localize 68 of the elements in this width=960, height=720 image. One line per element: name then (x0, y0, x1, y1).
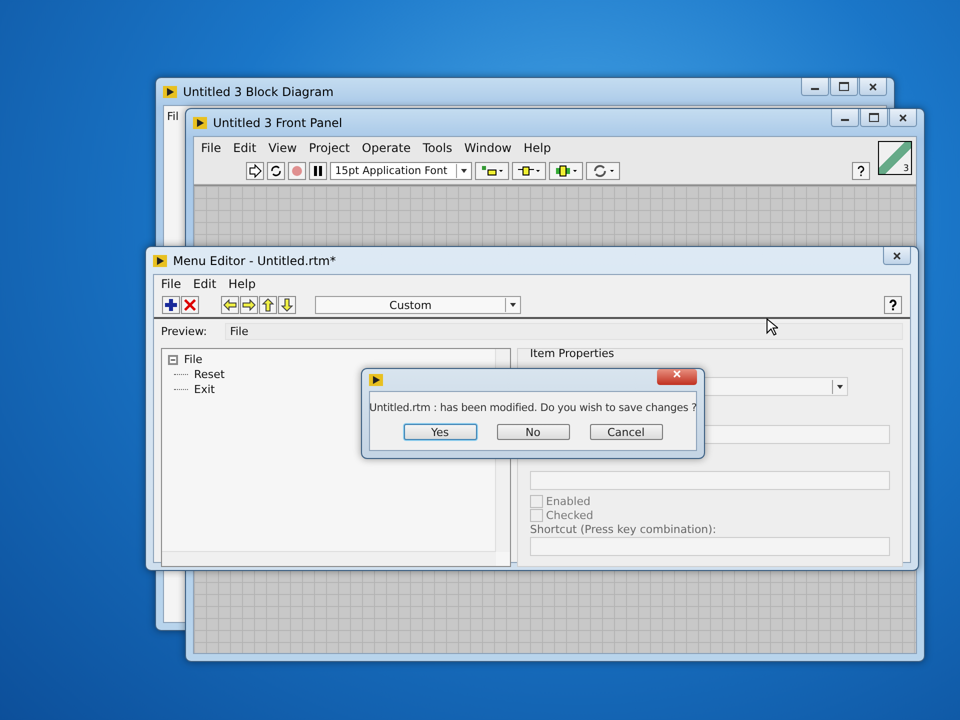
item-tag-field[interactable] (530, 471, 890, 490)
labview-icon (193, 116, 207, 128)
menu-item[interactable]: Fil (167, 110, 179, 123)
section-title: Item Properties (530, 347, 616, 360)
field-label: Shortcut (Press key combination): (530, 523, 718, 536)
dialog-button[interactable]: Yes (404, 424, 476, 440)
tree-item[interactable]: Exit (194, 383, 215, 396)
menu-item[interactable]: Tools (422, 140, 452, 154)
distribute-objects-icon[interactable] (512, 162, 546, 180)
menu-item[interactable]: Help (524, 140, 551, 154)
expand-toggle-icon[interactable] (168, 354, 178, 364)
align-objects-icon[interactable] (475, 162, 509, 180)
preview-menu-item[interactable]: File (224, 323, 903, 340)
menu-item[interactable]: File (201, 140, 222, 154)
close-button[interactable] (859, 78, 887, 96)
maximize-button[interactable] (830, 78, 858, 96)
menu-item[interactable]: File (161, 277, 182, 291)
resize-objects-icon[interactable] (549, 162, 583, 180)
maximize-button[interactable] (860, 109, 888, 127)
minimize-button[interactable] (801, 78, 829, 96)
checkbox[interactable] (530, 509, 543, 522)
close-icon (672, 369, 682, 379)
menu-item[interactable]: View (268, 140, 297, 154)
horizontal-scrollbar[interactable] (162, 551, 496, 566)
close-button[interactable] (883, 247, 911, 265)
menu-item[interactable]: Project (308, 140, 350, 154)
tree-item[interactable]: Reset (194, 368, 225, 381)
arrow-left-icon[interactable] (221, 296, 239, 314)
dialog-button[interactable]: No (496, 424, 570, 440)
dialog-button[interactable]: Cancel (590, 424, 662, 440)
delete-icon[interactable] (181, 296, 199, 314)
checkbox-label: Enabled (546, 495, 590, 508)
labview-icon (153, 254, 167, 266)
preview-label: Preview: (161, 325, 207, 338)
window-title: Menu Editor - Untitled.rtm* (173, 254, 336, 268)
close-button[interactable] (657, 369, 697, 385)
menu-item[interactable]: Edit (233, 140, 256, 154)
mouse-pointer-icon (766, 318, 778, 336)
arrow-right-icon[interactable] (240, 296, 258, 314)
pause-icon[interactable] (309, 162, 327, 180)
minimize-button[interactable] (831, 109, 859, 127)
menu-type-dropdown[interactable]: Custom (315, 296, 521, 314)
font-dropdown[interactable]: 15pt Application Font (330, 162, 472, 180)
arrow-up-icon[interactable] (259, 296, 277, 314)
labview-icon (369, 374, 383, 386)
checkbox-label: Checked (546, 509, 594, 522)
menu-item[interactable]: Edit (193, 277, 216, 291)
run-continuously-icon[interactable] (267, 162, 285, 180)
shortcut-field[interactable] (530, 537, 890, 556)
connector-number: 3 (903, 164, 909, 174)
add-icon[interactable] (162, 296, 180, 314)
tree-item[interactable]: File (184, 353, 202, 366)
close-icon (898, 112, 908, 122)
labview-icon (163, 86, 177, 98)
arrow-down-icon[interactable] (278, 296, 296, 314)
menu-item[interactable]: Window (464, 140, 512, 154)
window-title: Untitled 3 Front Panel (213, 116, 342, 130)
menu-item[interactable]: Help (228, 277, 256, 291)
menu-item[interactable]: Operate (362, 140, 411, 154)
close-button[interactable] (889, 109, 917, 127)
reorder-icon[interactable] (586, 162, 620, 180)
help-icon[interactable] (852, 162, 870, 180)
help-icon[interactable] (884, 296, 902, 314)
checkbox[interactable] (530, 495, 543, 508)
close-icon (892, 250, 902, 260)
close-icon (868, 82, 878, 92)
dialog-message: Untitled.rtm : has been modified. Do you wish to save changes ? (369, 402, 697, 414)
window-title: Untitled 3 Block Diagram (183, 84, 334, 98)
